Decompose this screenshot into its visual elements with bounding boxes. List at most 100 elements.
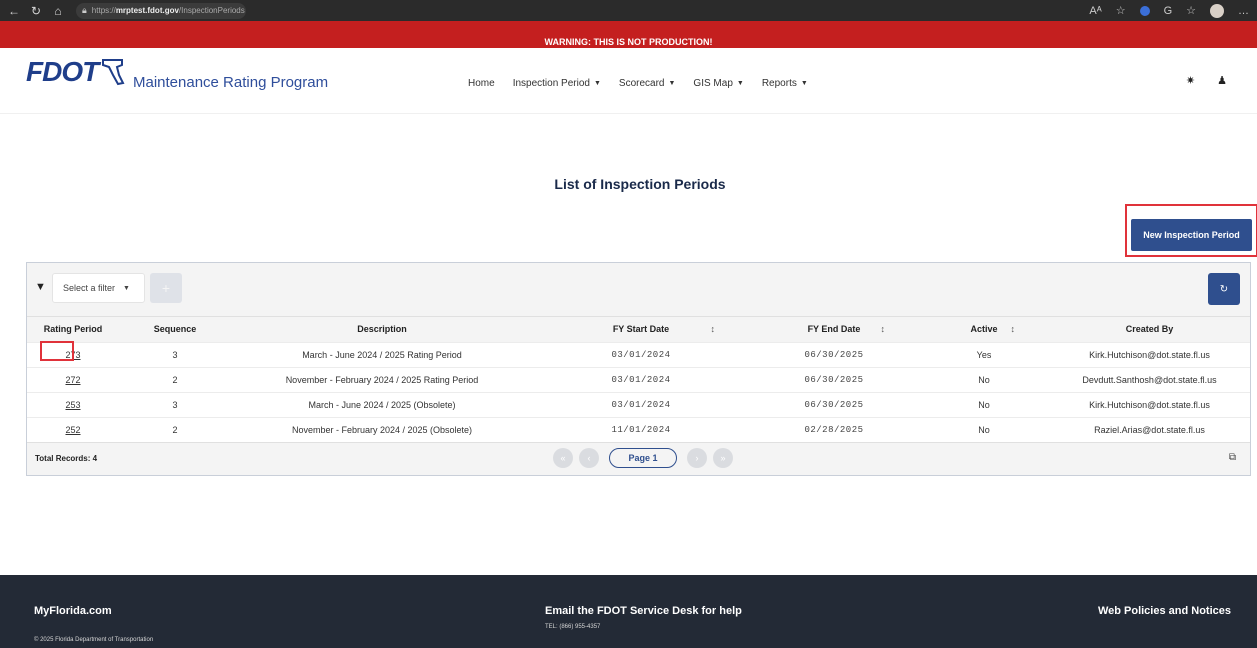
nav-home-label: Home (468, 78, 495, 89)
service-desk-tel: TEL: (866) 955-4357 (545, 624, 601, 630)
new-inspection-period-button[interactable]: New Inspection Period (1131, 219, 1252, 251)
nav-scorecard[interactable]: Scorecard ▼ (619, 78, 676, 89)
extension-icon[interactable] (1139, 5, 1150, 16)
col-active[interactable]: Active ↕ (919, 317, 1049, 342)
sort-icon[interactable]: ↕ (711, 324, 716, 334)
read-aloud-icon[interactable]: Aᴬ (1089, 5, 1101, 17)
table-row: 272 2 November - February 2024 / 2025 Ra… (27, 366, 1250, 392)
url-prefix: https:// (91, 6, 116, 15)
web-policies-link[interactable]: Web Policies and Notices (1098, 605, 1231, 617)
sequence-cell: 2 (119, 366, 231, 392)
browser-toolbar: ← ↻ ⌂ 🔒︎ https://mrptest.fdot.gov/Inspec… (0, 0, 1257, 21)
main-nav: Home Inspection Period ▼ Scorecard ▼ GIS M… (468, 78, 808, 89)
active-cell: No (919, 391, 1049, 417)
table-row: 253 3 March - June 2024 / 2025 (Obsolete… (27, 391, 1250, 417)
inspection-periods-table-panel: ▼ Select a filter ▼ + ↻ Rating Period Se… (26, 262, 1251, 476)
created-by-cell: Devdutt.Santhosh@dot.state.fl.us (1049, 366, 1250, 392)
col-fy-start-date[interactable]: FY Start Date ↕ (533, 317, 749, 342)
created-by-cell: Kirk.Hutchison@dot.state.fl.us (1049, 341, 1250, 367)
sequence-cell: 3 (119, 341, 231, 367)
refresh-table-button[interactable]: ↻ (1208, 273, 1240, 305)
nav-gis-map[interactable]: GIS Map ▼ (693, 78, 743, 89)
fy-end-cell: 06/30/2025 (749, 366, 919, 392)
col-description[interactable]: Description (231, 317, 533, 342)
chevron-down-icon: ▼ (800, 80, 808, 87)
created-by-cell: Kirk.Hutchison@dot.state.fl.us (1049, 391, 1250, 417)
user-icon[interactable]: ♟ (1217, 74, 1227, 87)
home-icon[interactable]: ⌂ (50, 3, 66, 19)
active-cell: Yes (919, 341, 1049, 367)
chevron-down-icon: ▼ (123, 284, 130, 292)
sort-icon[interactable]: ↕ (1011, 324, 1016, 334)
fy-start-cell: 03/01/2024 (533, 341, 749, 367)
favorites-bar-icon[interactable]: ☆ (1186, 4, 1196, 17)
col-sequence[interactable]: Sequence (119, 317, 231, 342)
nav-reports-label: Reports (761, 78, 797, 89)
sequence-cell: 2 (119, 416, 231, 442)
url-domain: mrptest.fdot.gov (115, 6, 179, 15)
next-page-icon[interactable]: › (687, 448, 707, 468)
description-cell: November - February 2024 / 2025 Rating P… (231, 366, 533, 392)
fy-end-cell: 06/30/2025 (749, 391, 919, 417)
filter-select[interactable]: Select a filter ▼ (52, 273, 145, 303)
fy-start-cell: 03/01/2024 (533, 391, 749, 417)
col-created-by[interactable]: Created By (1049, 317, 1250, 342)
chevron-down-icon: ▼ (668, 80, 676, 87)
chevron-down-icon: ▼ (593, 80, 601, 87)
fy-end-cell: 02/28/2025 (749, 416, 919, 442)
rating-period-link[interactable]: 272 (65, 375, 80, 385)
last-page-icon[interactable]: » (713, 448, 733, 468)
current-page[interactable]: Page 1 (609, 448, 677, 468)
col-fy-start-date-label: FY Start Date (612, 324, 670, 335)
warning-banner: WARNING: THIS IS NOT PRODUCTION! (0, 36, 1257, 48)
nav-gis-map-label: GIS Map (693, 78, 733, 89)
favorite-icon[interactable]: ☆ (1116, 4, 1126, 17)
app-title[interactable]: Maintenance Rating Program (133, 74, 328, 91)
service-desk-link[interactable]: Email the FDOT Service Desk for help (545, 605, 742, 617)
table-header-row: Rating Period Sequence Description FY St… (27, 317, 1250, 342)
rating-period-link[interactable]: 252 (65, 425, 80, 435)
lock-icon: 🔒︎ (82, 5, 87, 15)
nav-home[interactable]: Home (468, 78, 495, 89)
copyright-text: © 2025 Florida Department of Transportat… (34, 637, 154, 643)
sort-icon[interactable]: ↕ (881, 324, 886, 334)
description-cell: March - June 2024 / 2025 (Obsolete) (231, 391, 533, 417)
table-row: 252 2 November - February 2024 / 2025 (O… (27, 416, 1250, 442)
description-cell: November - February 2024 / 2025 (Obsolet… (231, 416, 533, 442)
profile-icon[interactable] (1210, 3, 1224, 18)
col-fy-end-date-label: FY End Date (807, 324, 861, 335)
nav-reports[interactable]: Reports ▼ (762, 78, 808, 89)
logo-text: FDOT (26, 56, 99, 87)
col-rating-period[interactable]: Rating Period (27, 317, 119, 342)
myflorida-link[interactable]: MyFlorida.com (34, 605, 112, 617)
rating-period-link[interactable]: 253 (65, 400, 80, 410)
address-bar[interactable]: 🔒︎ https://mrptest.fdot.gov/InspectionPe… (76, 2, 246, 19)
add-filter-button[interactable]: + (150, 273, 182, 303)
export-icon[interactable]: ⧉ (1229, 452, 1236, 463)
page-title: List of Inspection Periods (554, 176, 726, 192)
description-cell: March - June 2024 / 2025 Rating Period (231, 341, 533, 367)
active-cell: No (919, 416, 1049, 442)
nav-inspection-period-label: Inspection Period (512, 78, 590, 89)
table-row: 273 3 March - June 2024 / 2025 Rating Pe… (27, 341, 1250, 367)
fdot-logo[interactable]: FDOT (26, 56, 126, 88)
refresh-icon: ↻ (1219, 283, 1229, 295)
prev-page-icon[interactable]: ‹ (579, 448, 599, 468)
created-by-cell: Raziel.Arias@dot.state.fl.us (1049, 416, 1250, 442)
col-fy-end-date[interactable]: FY End Date ↕ (749, 317, 919, 342)
fy-end-cell: 06/30/2025 (749, 341, 919, 367)
app-header: FDOT Maintenance Rating Program Home Ins… (0, 48, 1257, 114)
table-toolbar: ▼ Select a filter ▼ + ↻ (27, 263, 1250, 317)
active-cell: No (919, 366, 1049, 392)
refresh-icon[interactable]: ↻ (28, 3, 44, 19)
filter-icon: ▼ (35, 281, 46, 293)
sequence-cell: 3 (119, 391, 231, 417)
florida-outline-icon (102, 59, 125, 86)
theme-toggle-icon[interactable]: ✷ (1186, 74, 1195, 87)
nav-inspection-period[interactable]: Inspection Period ▼ (513, 78, 601, 89)
col-active-label: Active (970, 324, 998, 335)
more-icon[interactable]: … (1238, 5, 1249, 17)
back-icon[interactable]: ← (6, 3, 22, 19)
copilot-icon[interactable]: G (1164, 5, 1173, 17)
first-page-icon[interactable]: « (553, 448, 573, 468)
